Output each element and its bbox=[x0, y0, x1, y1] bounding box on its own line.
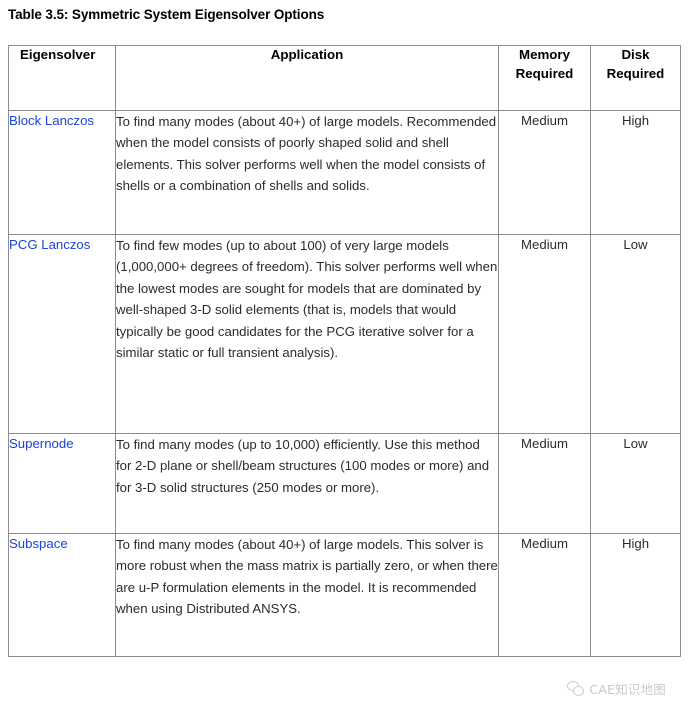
cell-memory-required: Medium bbox=[498, 533, 591, 657]
cell-memory-required: Medium bbox=[498, 110, 591, 235]
column-header-disk-required: Disk Required bbox=[590, 45, 681, 111]
cell-memory-required: Medium bbox=[498, 433, 591, 534]
cell-disk-required: Low bbox=[590, 433, 681, 534]
cell-disk-required: High bbox=[590, 533, 681, 657]
cell-disk-required: Low bbox=[590, 234, 681, 434]
eigensolver-link-block-lanczos[interactable]: Block Lanczos bbox=[9, 111, 94, 131]
watermark-text: CAE知识地图 bbox=[589, 682, 666, 697]
table-row: Supernode To find many modes (up to 10,0… bbox=[8, 433, 681, 534]
table-row: Block Lanczos To find many modes (about … bbox=[8, 110, 681, 235]
cell-eigensolver: Block Lanczos bbox=[8, 110, 116, 235]
table-row: Subspace To find many modes (about 40+) … bbox=[8, 533, 681, 657]
eigensolver-link-pcg-lanczos[interactable]: PCG Lanczos bbox=[9, 235, 90, 255]
cell-memory-required: Medium bbox=[498, 234, 591, 434]
eigensolver-link-subspace[interactable]: Subspace bbox=[9, 534, 68, 554]
table-header: Eigensolver Application Memory Required … bbox=[8, 45, 681, 111]
column-header-eigensolver: Eigensolver bbox=[8, 45, 116, 111]
table-body: Block Lanczos To find many modes (about … bbox=[8, 110, 681, 657]
cell-application: To find many modes (up to 10,000) effici… bbox=[115, 433, 499, 534]
eigensolver-options-table: Eigensolver Application Memory Required … bbox=[8, 45, 681, 657]
column-header-memory-line2: Required bbox=[515, 65, 574, 81]
wechat-logo-icon bbox=[567, 681, 585, 696]
cell-application: To find many modes (about 40+) of large … bbox=[115, 110, 499, 235]
eigensolver-link-supernode[interactable]: Supernode bbox=[9, 434, 74, 454]
column-header-application: Application bbox=[115, 45, 499, 111]
table-row: PCG Lanczos To find few modes (up to abo… bbox=[8, 234, 681, 434]
table-header-row: Eigensolver Application Memory Required … bbox=[8, 45, 681, 111]
cell-disk-required: High bbox=[590, 110, 681, 235]
watermark: CAE知识地图 bbox=[567, 679, 666, 698]
column-header-memory-required: Memory Required bbox=[498, 45, 591, 111]
cell-application: To find many modes (about 40+) of large … bbox=[115, 533, 499, 657]
column-header-disk-line2: Required bbox=[606, 65, 665, 81]
column-header-memory-line1: Memory bbox=[519, 47, 570, 62]
cell-application: To find few modes (up to about 100) of v… bbox=[115, 234, 499, 434]
table-caption: Table 3.5: Symmetric System Eigensolver … bbox=[8, 7, 325, 22]
cell-eigensolver: Subspace bbox=[8, 533, 116, 657]
document-page: Table 3.5: Symmetric System Eigensolver … bbox=[0, 0, 688, 720]
cell-eigensolver: Supernode bbox=[8, 433, 116, 534]
column-header-disk-line1: Disk bbox=[621, 47, 650, 62]
cell-eigensolver: PCG Lanczos bbox=[8, 234, 116, 434]
